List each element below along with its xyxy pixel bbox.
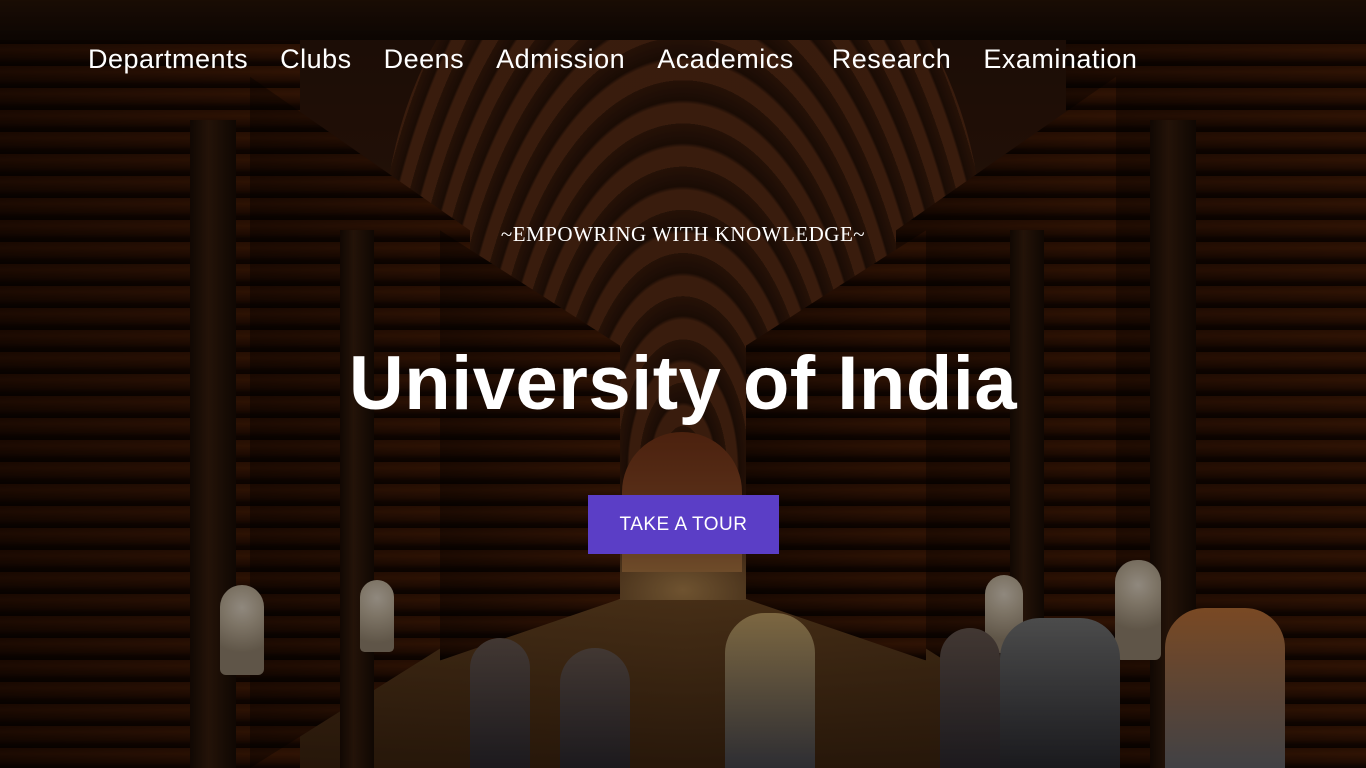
- take-a-tour-button[interactable]: TAKE A TOUR: [588, 495, 779, 554]
- nav-research[interactable]: Research: [832, 44, 952, 75]
- main-navigation: Departments Clubs Deens Admission Academ…: [88, 44, 1137, 75]
- nav-examination[interactable]: Examination: [983, 44, 1137, 75]
- nav-deens[interactable]: Deens: [384, 44, 465, 75]
- nav-admission[interactable]: Admission: [496, 44, 625, 75]
- nav-departments[interactable]: Departments: [88, 44, 248, 75]
- nav-academics[interactable]: Academics: [657, 44, 794, 75]
- hero-title: University of India: [348, 341, 1018, 426]
- nav-clubs[interactable]: Clubs: [280, 44, 352, 75]
- hero-tagline: ~EMPOWRING WITH KNOWLEDGE~: [500, 222, 866, 246]
